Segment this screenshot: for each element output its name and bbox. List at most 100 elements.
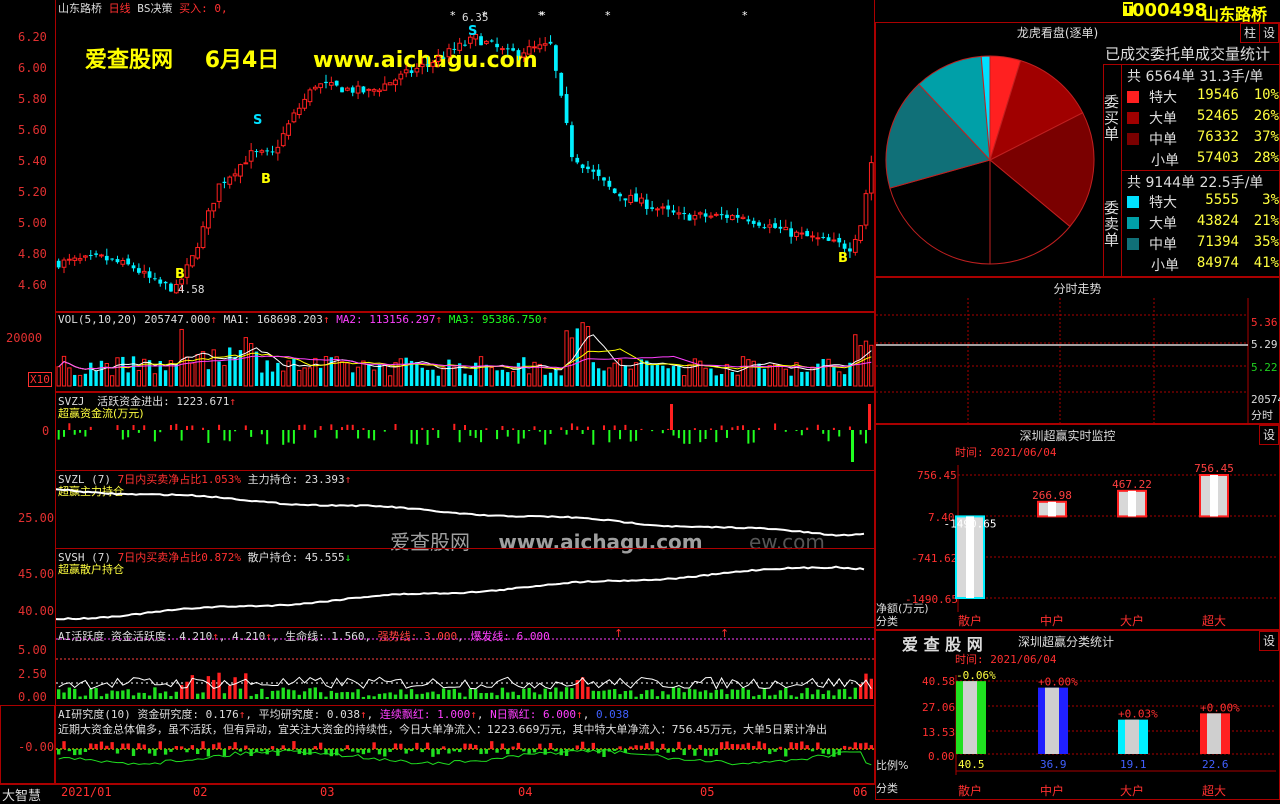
sell-order-label: 委卖单 xyxy=(1104,199,1120,249)
research-bar xyxy=(810,749,815,752)
dragon-title: 龙虎看盘(逐单) xyxy=(1016,26,1099,40)
flow-bar xyxy=(73,430,76,435)
research-bar xyxy=(201,741,205,749)
research-bar xyxy=(372,742,376,749)
candle-body xyxy=(131,265,136,269)
candle-body xyxy=(88,255,93,257)
research-bar xyxy=(238,749,243,752)
volume-bar xyxy=(730,371,734,386)
flow-bar xyxy=(549,430,552,434)
flow-bar xyxy=(816,424,819,430)
candle-body xyxy=(393,79,398,86)
candlestick-chart[interactable]: ** * * * * xyxy=(56,0,874,312)
order-percent: 3% xyxy=(1262,192,1279,208)
research-bar xyxy=(735,744,740,749)
candle-body xyxy=(596,169,601,176)
candle-body xyxy=(419,63,425,68)
activity-bar xyxy=(89,688,93,699)
volume-bar xyxy=(109,375,115,387)
ai-active-bars: ↑ ↑ xyxy=(56,627,874,699)
activity-bar xyxy=(452,688,456,699)
flow-bar xyxy=(341,427,344,430)
activity-bar xyxy=(613,688,617,699)
candle-body xyxy=(757,222,761,226)
activity-bar xyxy=(420,693,424,699)
candle-body xyxy=(837,237,842,243)
research-bar xyxy=(260,749,264,752)
activity-bar xyxy=(532,692,537,699)
activity-bar xyxy=(206,676,211,699)
flow-bar xyxy=(335,430,338,439)
research-bar xyxy=(548,743,553,749)
flow-bar xyxy=(758,427,761,430)
research-bar xyxy=(484,749,489,754)
activity-bar xyxy=(457,692,462,699)
research-bar xyxy=(228,746,232,749)
volume-bar xyxy=(73,374,77,386)
stats-divider xyxy=(1121,170,1280,171)
activity-bar xyxy=(784,687,788,699)
dragon-settings-button[interactable]: 设 xyxy=(1259,23,1279,43)
volume-bar xyxy=(228,347,232,386)
activity-bar xyxy=(639,693,644,699)
volume-bar xyxy=(211,349,216,387)
sell-order-row: 特大 5555 3% xyxy=(1127,192,1279,212)
research-bar xyxy=(222,749,227,756)
activity-bar xyxy=(431,691,435,699)
activity-bar xyxy=(554,687,558,699)
flow-bar xyxy=(207,430,210,443)
candle-body xyxy=(703,213,708,217)
research-bar xyxy=(308,749,312,755)
volume-bar xyxy=(740,356,746,387)
candle-body xyxy=(216,183,222,202)
research-bar xyxy=(318,742,323,749)
flow-bar xyxy=(191,425,194,430)
activity-bar xyxy=(318,692,323,699)
flow-bar xyxy=(153,430,156,442)
activity-bar xyxy=(516,695,521,699)
order-percent: 21% xyxy=(1253,213,1279,229)
candle-body xyxy=(815,237,821,240)
flow-bar xyxy=(742,425,745,430)
candle-body xyxy=(794,231,799,238)
candle-body xyxy=(227,176,233,185)
candle-body xyxy=(521,52,527,58)
research-bar xyxy=(543,749,547,755)
flow-bar xyxy=(496,430,499,440)
candle-body xyxy=(307,89,313,103)
volume-bar xyxy=(484,364,489,386)
volume-bar xyxy=(174,363,178,386)
activity-bar xyxy=(383,693,387,699)
volume-bar xyxy=(67,367,72,387)
order-volume: 57403 xyxy=(1196,150,1239,166)
research-bar xyxy=(94,743,98,749)
volume-bar xyxy=(329,357,334,386)
flow-bar xyxy=(677,430,680,439)
candle-body xyxy=(740,216,746,220)
research-bar xyxy=(270,746,275,749)
flow-bar xyxy=(581,430,584,434)
volume-bar xyxy=(265,360,269,386)
volume-bar xyxy=(495,370,499,386)
research-bar xyxy=(377,749,382,755)
bar-view-button[interactable]: 柱 xyxy=(1240,23,1260,43)
candle-body xyxy=(868,162,874,194)
flow-bar xyxy=(624,424,627,430)
flow-bar xyxy=(89,426,92,430)
activity-bar xyxy=(623,690,628,699)
candle-body xyxy=(371,89,377,92)
research-bar xyxy=(244,745,248,749)
legend-swatch xyxy=(1127,257,1141,271)
volume-bar xyxy=(243,337,248,387)
research-bar xyxy=(666,749,670,753)
research-bar xyxy=(441,746,446,749)
classify-settings-button[interactable]: 设 xyxy=(1259,631,1279,651)
activity-line xyxy=(58,676,872,690)
x-tick: 04 xyxy=(518,785,533,799)
research-bar xyxy=(169,749,173,752)
volume-bar xyxy=(853,334,858,387)
volume-bar xyxy=(351,372,355,386)
research-bar xyxy=(730,744,734,749)
candle-body xyxy=(206,210,211,229)
activity-bar xyxy=(388,692,392,699)
